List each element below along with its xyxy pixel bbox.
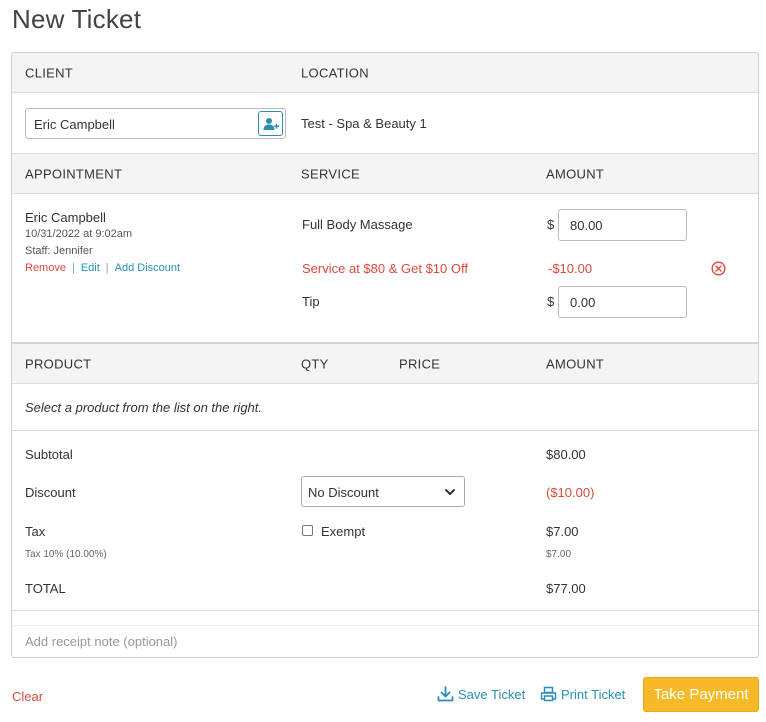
total-label: TOTAL xyxy=(25,581,66,596)
subtotal-label: Subtotal xyxy=(25,447,73,462)
qty-column-header: QTY xyxy=(301,356,329,371)
client-field[interactable]: Eric Campbell xyxy=(25,108,286,139)
applied-discount-name: Service at $80 & Get $10 Off xyxy=(302,261,468,276)
appointment-actions: Remove | Edit | Add Discount xyxy=(25,262,180,274)
close-circle-icon xyxy=(711,261,726,276)
receipt-note-field[interactable]: Add receipt note (optional) xyxy=(12,626,758,657)
exempt-checkbox[interactable] xyxy=(302,525,313,536)
add-user-icon xyxy=(263,117,279,130)
service-amount-input[interactable]: 80.00 xyxy=(558,209,687,241)
subtotal-value: $80.00 xyxy=(546,447,586,462)
page-title: New Ticket xyxy=(12,4,142,34)
print-ticket-label: Print Ticket xyxy=(561,686,626,702)
remove-appointment-link[interactable]: Remove xyxy=(25,262,66,274)
appointment-client-name: Eric Campbell xyxy=(25,210,106,225)
edit-appointment-link[interactable]: Edit xyxy=(81,262,100,274)
receipt-note-placeholder: Add receipt note (optional) xyxy=(25,634,178,649)
tip-currency-symbol: $ xyxy=(547,294,555,309)
client-name-value: Eric Campbell xyxy=(34,117,115,132)
discount-select[interactable]: No Discount xyxy=(301,476,465,507)
print-icon xyxy=(540,686,557,702)
clear-button[interactable]: Clear xyxy=(12,689,43,704)
remove-discount-button[interactable] xyxy=(711,261,726,279)
appointment-datetime: 10/31/2022 at 9:02am xyxy=(25,228,133,240)
service-amount-value: 80.00 xyxy=(570,218,603,233)
add-client-button[interactable] xyxy=(258,111,283,136)
service-currency-symbol: $ xyxy=(547,217,555,232)
amount-column-header: AMOUNT xyxy=(546,166,605,181)
separator: | xyxy=(71,262,75,274)
location-column-header: LOCATION xyxy=(301,65,369,80)
location-name: Test - Spa & Beauty 1 xyxy=(301,116,427,131)
tip-amount-input[interactable]: 0.00 xyxy=(558,286,687,318)
appointment-staff: Staff: Jennifer xyxy=(25,245,93,257)
discount-label: Discount xyxy=(25,485,76,500)
print-ticket-button[interactable]: Print Ticket xyxy=(540,686,625,702)
divider xyxy=(12,610,758,611)
product-empty-message: Select a product from the list on the ri… xyxy=(25,400,263,415)
client-column-header: CLIENT xyxy=(25,65,74,80)
save-ticket-button[interactable]: Save Ticket xyxy=(437,686,525,702)
tip-label: Tip xyxy=(302,294,320,309)
product-amount-column-header: AMOUNT xyxy=(546,356,605,371)
chevron-down-icon xyxy=(445,489,455,495)
discount-value: ($10.00) xyxy=(546,485,595,500)
appointment-section-header: APPOINTMENT SERVICE AMOUNT xyxy=(12,153,758,194)
product-section-header: PRODUCT QTY PRICE AMOUNT xyxy=(12,342,758,384)
tax-label: Tax xyxy=(25,524,46,539)
price-column-header: PRICE xyxy=(399,356,441,371)
separator: | xyxy=(105,262,109,274)
applied-discount-amount: -$10.00 xyxy=(548,261,593,276)
tax-detail-value: $7.00 xyxy=(546,549,572,560)
divider xyxy=(12,430,758,431)
add-discount-link[interactable]: Add Discount xyxy=(115,262,180,274)
discount-select-value: No Discount xyxy=(308,485,379,500)
download-icon xyxy=(437,686,454,702)
ticket-card: CLIENT LOCATION Eric Campbell Test - Spa… xyxy=(11,52,759,658)
take-payment-button[interactable]: Take Payment xyxy=(643,677,759,712)
tip-amount-value: 0.00 xyxy=(570,295,596,310)
save-ticket-label: Save Ticket xyxy=(458,686,526,702)
service-name: Full Body Massage xyxy=(302,217,413,232)
product-column-header: PRODUCT xyxy=(25,356,92,371)
service-column-header: SERVICE xyxy=(301,166,360,181)
appointment-column-header: APPOINTMENT xyxy=(25,166,123,181)
exempt-label: Exempt xyxy=(321,524,366,539)
client-section-header: CLIENT LOCATION xyxy=(12,53,758,93)
total-value: $77.00 xyxy=(546,581,586,596)
tax-detail-label: Tax 10% (10.00%) xyxy=(25,549,107,560)
tax-value: $7.00 xyxy=(546,524,579,539)
